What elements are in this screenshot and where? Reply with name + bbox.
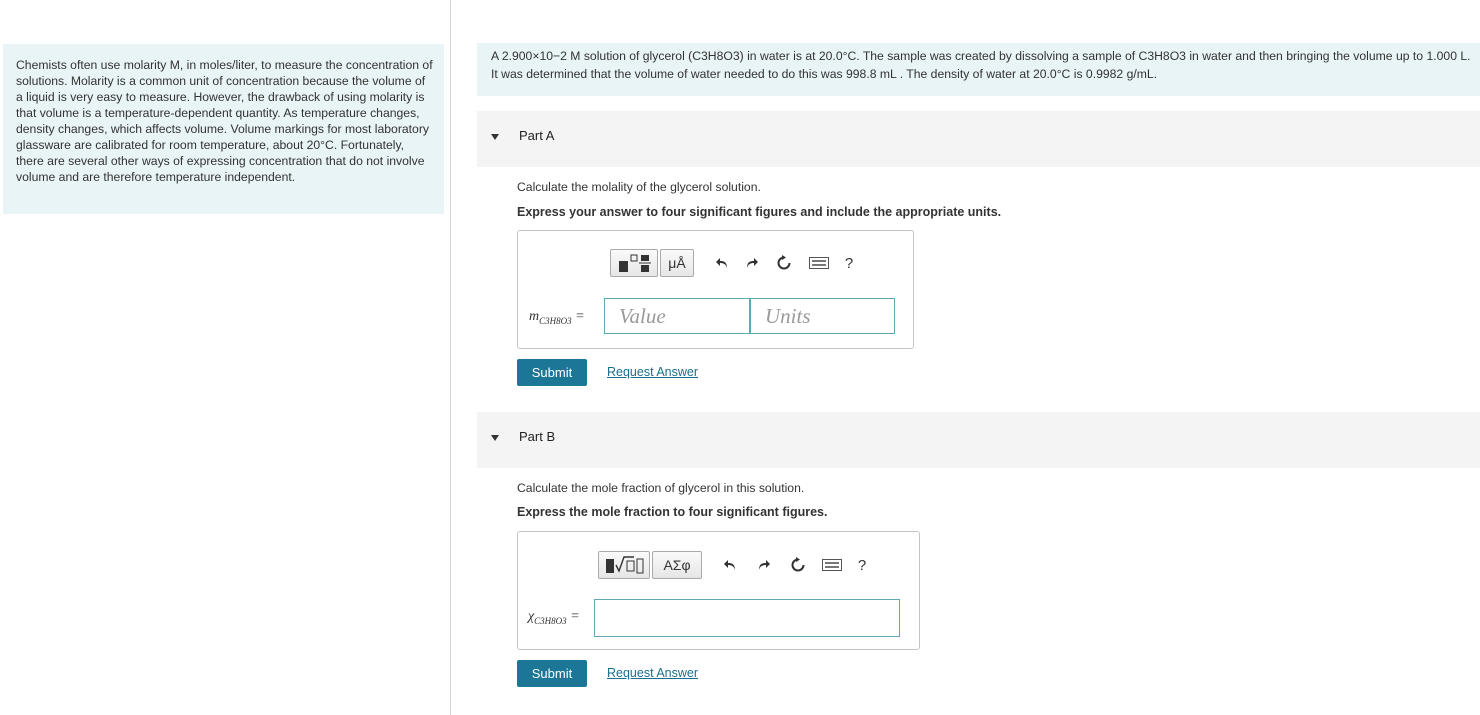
part-a-answer-box: μÅ ? mC3H8O3 = Value Units: [517, 230, 914, 349]
part-b-question: Calculate the mole fraction of glycerol …: [517, 481, 805, 495]
part-a-header[interactable]: Part A: [477, 111, 1480, 167]
help-icon: ?: [857, 556, 867, 574]
mole-fraction-input[interactable]: [594, 599, 900, 637]
value-input[interactable]: Value: [604, 298, 750, 334]
keyboard-button[interactable]: [805, 249, 833, 277]
templates-button[interactable]: [598, 551, 650, 579]
part-a-instruction: Express your answer to four significant …: [517, 205, 1002, 219]
intro-text: Chemists often use molarity M, in moles/…: [16, 58, 433, 184]
part-a-submit-button[interactable]: Submit: [517, 359, 587, 386]
part-b-title: Part B: [519, 429, 556, 444]
undo-icon: [724, 560, 735, 570]
units-input[interactable]: Units: [750, 298, 895, 334]
undo-button[interactable]: [708, 249, 736, 277]
undo-icon: [716, 258, 727, 268]
intro-panel: Chemists often use molarity M, in moles/…: [3, 44, 444, 214]
redo-button[interactable]: [738, 249, 766, 277]
part-b-answer-box: ΑΣφ ? χC3H8O3 =: [517, 531, 920, 650]
part-b-submit-button[interactable]: Submit: [517, 660, 587, 687]
part-b-header[interactable]: Part B: [477, 412, 1480, 468]
part-a-toolbar: μÅ ?: [610, 249, 863, 277]
units-button[interactable]: μÅ: [660, 249, 694, 277]
templates-icon: [619, 254, 651, 272]
column-divider: [450, 0, 451, 715]
molality-label: mC3H8O3 =: [529, 309, 585, 326]
help-button[interactable]: ?: [848, 551, 876, 579]
reset-icon: [791, 557, 805, 572]
reset-icon: [777, 255, 791, 270]
keyboard-button[interactable]: [818, 551, 846, 579]
part-b-instruction: Express the mole fraction to four signif…: [517, 505, 828, 519]
part-a-title: Part A: [519, 128, 555, 143]
greek-symbols-icon: ΑΣφ: [663, 557, 691, 573]
part-a-question: Calculate the molality of the glycerol s…: [517, 180, 761, 194]
reset-button[interactable]: [770, 249, 798, 277]
symbols-button[interactable]: ΑΣφ: [652, 551, 702, 579]
redo-button[interactable]: [750, 551, 778, 579]
problem-statement: A 2.900×10−2 M solution of glycerol (C3H…: [477, 43, 1480, 96]
templates-icon: [606, 556, 644, 574]
help-button[interactable]: ?: [835, 249, 863, 277]
part-b-toolbar: ΑΣφ ?: [598, 551, 876, 579]
keyboard-icon: [822, 559, 842, 571]
reset-button[interactable]: [784, 551, 812, 579]
templates-button[interactable]: [610, 249, 658, 277]
help-icon: ?: [844, 254, 854, 272]
redo-icon: [759, 560, 770, 570]
collapse-triangle-icon[interactable]: [491, 134, 499, 140]
redo-icon: [747, 258, 758, 268]
undo-button[interactable]: [716, 551, 744, 579]
part-b-request-answer-link[interactable]: Request Answer: [607, 666, 698, 680]
mole-fraction-label: χC3H8O3 =: [528, 609, 580, 626]
collapse-triangle-icon[interactable]: [491, 435, 499, 441]
part-a-request-answer-link[interactable]: Request Answer: [607, 365, 698, 379]
keyboard-icon: [809, 257, 829, 269]
units-icon: μÅ: [668, 255, 686, 271]
problem-text: A 2.900×10−2 M solution of glycerol (C3H…: [491, 49, 1471, 81]
